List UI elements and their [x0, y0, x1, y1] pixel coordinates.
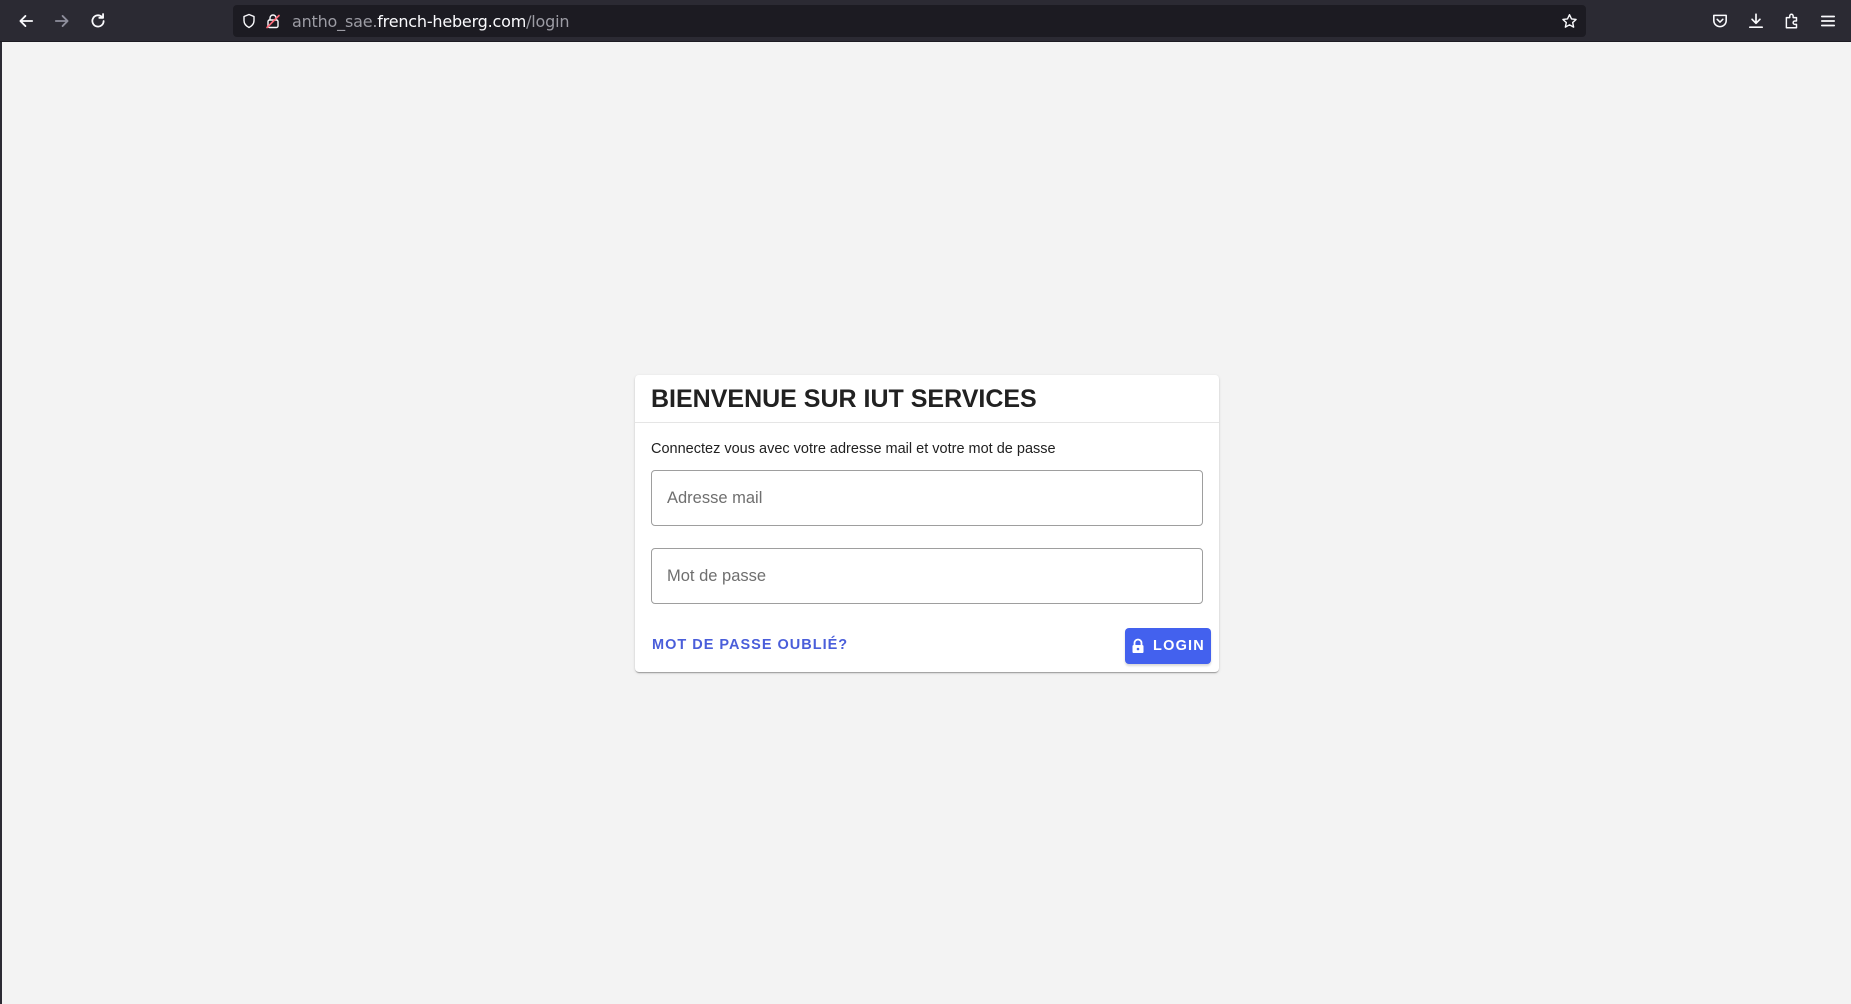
- insecure-lock-icon[interactable]: [264, 12, 282, 30]
- url-subdomain: antho_sae.: [292, 11, 378, 31]
- url-path: /login: [526, 11, 570, 31]
- window-border: [0, 42, 2, 1004]
- pocket-icon: [1713, 14, 1727, 28]
- email-field[interactable]: [651, 470, 1203, 526]
- password-field[interactable]: [651, 548, 1203, 604]
- email-input[interactable]: [652, 471, 1202, 525]
- login-button-label: LOGIN: [1153, 638, 1205, 654]
- forward-button[interactable]: [47, 7, 77, 35]
- login-instructions: Connectez vous avec votre adresse mail e…: [651, 441, 1056, 457]
- url-domain: french-heberg.com: [377, 11, 527, 31]
- forward-arrow-icon: [54, 15, 69, 27]
- reload-button[interactable]: [83, 7, 113, 35]
- card-header: BIENVENUE SUR IUT SERVICES: [635, 375, 1219, 423]
- login-button[interactable]: LOGIN: [1125, 628, 1211, 664]
- login-card: BIENVENUE SUR IUT SERVICES Connectez vou…: [635, 375, 1219, 672]
- extensions-button[interactable]: [1777, 7, 1807, 35]
- lock-icon: [1132, 638, 1144, 653]
- page-title: BIENVENUE SUR IUT SERVICES: [651, 385, 1037, 413]
- password-input[interactable]: [652, 549, 1202, 603]
- forgot-password-link[interactable]: MOT DE PASSE OUBLIÉ?: [652, 637, 848, 653]
- download-icon: [1748, 13, 1764, 29]
- reload-icon: [91, 13, 105, 28]
- menu-icon: [1820, 15, 1836, 27]
- extensions-icon: [1785, 13, 1798, 29]
- url-text: antho_sae.french-heberg.com/login: [292, 12, 569, 31]
- browser-toolbar: antho_sae.french-heberg.com/login: [0, 0, 1851, 42]
- downloads-button[interactable]: [1741, 7, 1771, 35]
- tracking-protection-shield-icon[interactable]: [240, 12, 258, 30]
- pocket-button[interactable]: [1705, 7, 1735, 35]
- url-bar[interactable]: antho_sae.french-heberg.com/login: [233, 5, 1586, 37]
- back-arrow-icon: [19, 15, 34, 27]
- bookmark-star-icon[interactable]: [1560, 12, 1578, 30]
- app-menu-button[interactable]: [1813, 7, 1843, 35]
- back-button[interactable]: [11, 7, 41, 35]
